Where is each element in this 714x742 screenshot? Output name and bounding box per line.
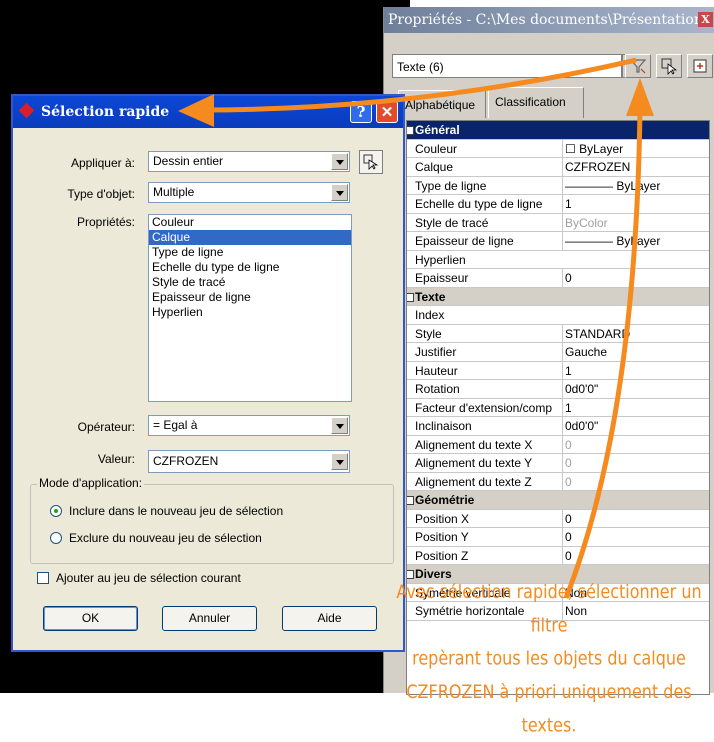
annotation-line-3: CZFROZEN à priori uniquement des textes. (406, 680, 692, 736)
arrowhead-dialog (178, 94, 214, 127)
arrowhead-button (626, 78, 654, 116)
annotation-text: Avec sélection rapide, sélectionner un f… (384, 575, 714, 742)
arrow-to-dialog (199, 57, 637, 113)
annotation-line-2: repèrant tous les objets du calque (412, 647, 686, 670)
arrow-to-button (563, 107, 643, 599)
annotation-line-1: Avec sélection rapide, sélectionner un f… (396, 580, 702, 636)
